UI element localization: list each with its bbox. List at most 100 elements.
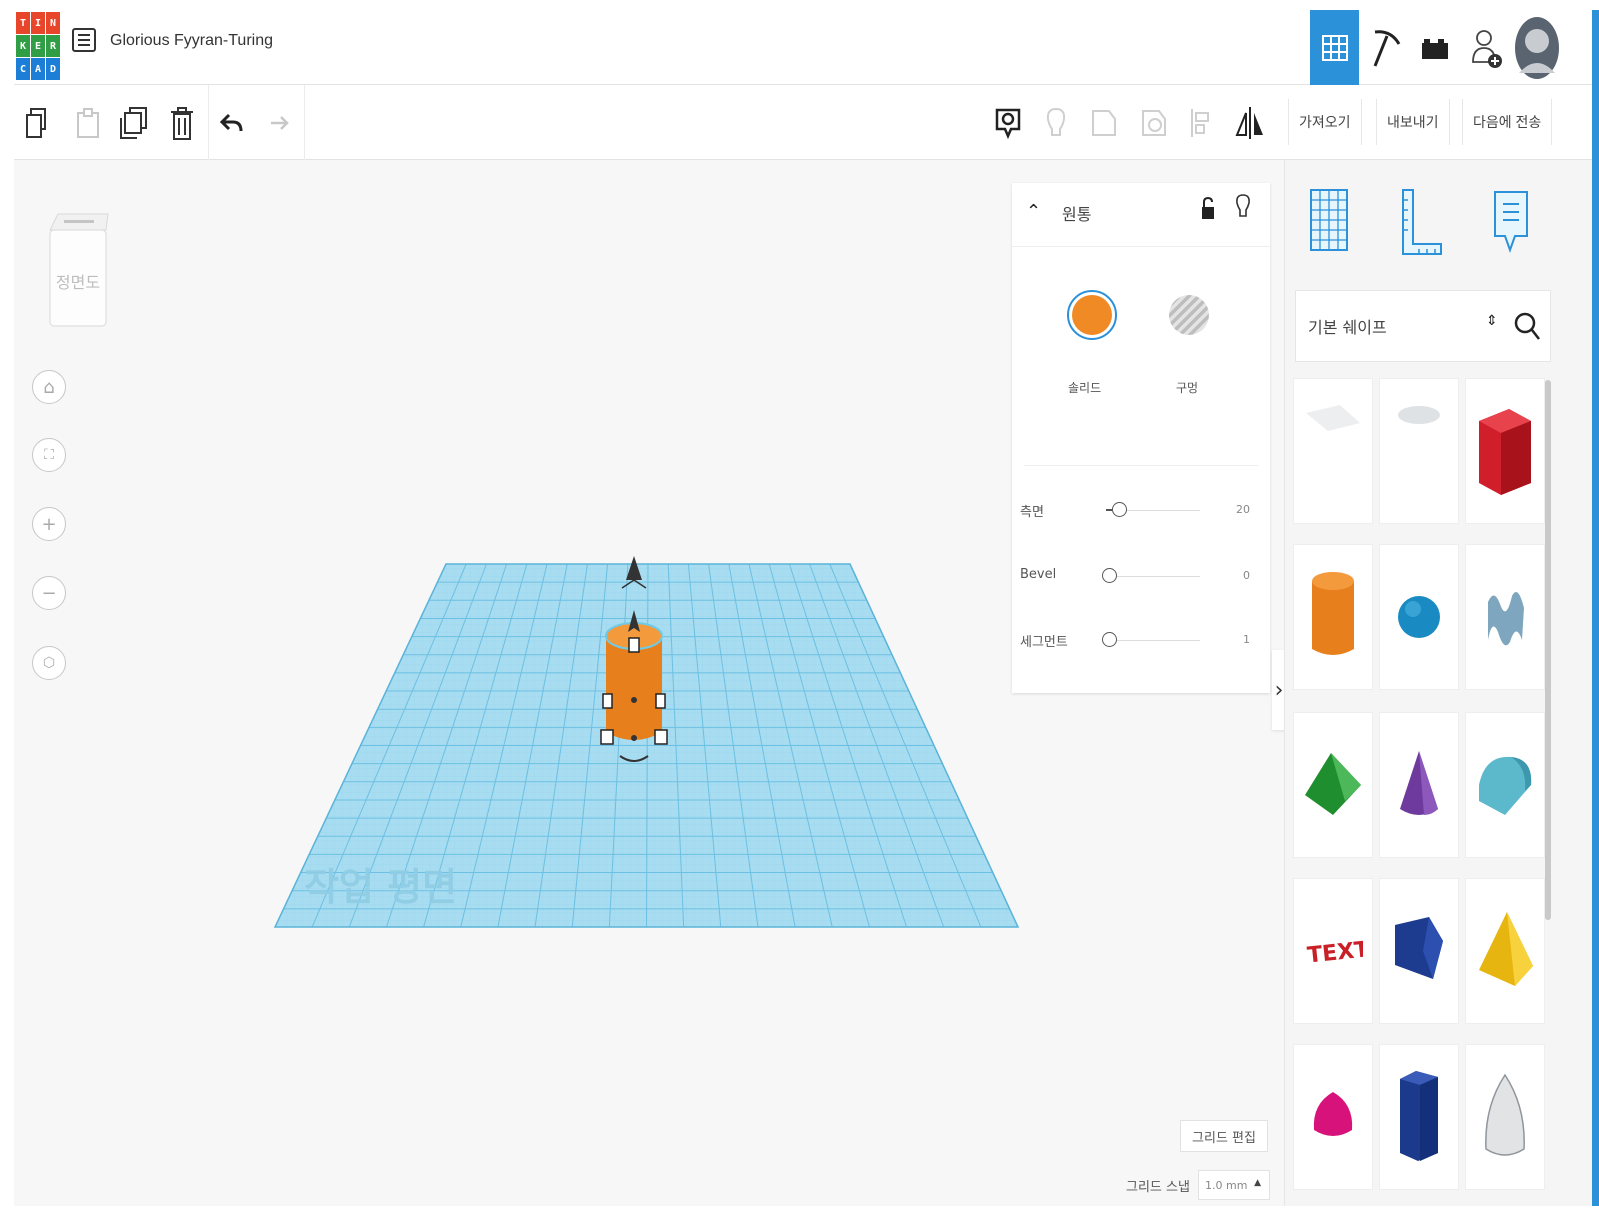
shape-round-roof[interactable] (1465, 712, 1545, 858)
shape-roof[interactable] (1293, 712, 1373, 858)
segments-slider[interactable] (1102, 632, 1117, 647)
group-icon (1092, 110, 1116, 136)
add-user-icon (1471, 29, 1502, 68)
solid-swatch[interactable] (1066, 289, 1118, 341)
shape-box[interactable] (1465, 378, 1545, 524)
redo-button[interactable] (264, 107, 296, 139)
updown-icon: ⇕ (1486, 313, 1498, 329)
shape-inspector: ⌃ 원통 솔리드 구멍 측면 20 Bevel 0 세그먼트 1 (1012, 183, 1270, 693)
paste-icon (77, 108, 99, 138)
paste-button[interactable] (72, 107, 104, 139)
notes-button[interactable] (992, 107, 1024, 139)
mirror-button[interactable] (1234, 107, 1266, 139)
send-to-button[interactable]: 다음에 전송 (1462, 99, 1553, 145)
align-button[interactable] (1184, 107, 1216, 139)
note-icon (995, 108, 1021, 139)
segments-value[interactable]: 1 (1243, 633, 1250, 646)
project-title[interactable]: Glorious Fyyran-Turing (110, 32, 273, 50)
grid-snap-select[interactable]: 1.0 mm ▲ (1198, 1170, 1270, 1200)
show-all-button[interactable] (1040, 107, 1072, 139)
inspector-header: ⌃ 원통 (1012, 183, 1270, 247)
add-user-button[interactable] (1462, 10, 1511, 85)
undo-icon (219, 113, 243, 132)
workplane-tool-icon[interactable] (1307, 186, 1351, 256)
solid-label: 솔리드 (1068, 381, 1102, 395)
shape-wedge[interactable] (1379, 878, 1459, 1024)
export-button[interactable]: 내보내기 (1376, 99, 1450, 145)
grid-snap-value: 1.0 mm (1205, 1178, 1248, 1192)
avatar (1515, 16, 1559, 79)
unlock-icon[interactable] (1200, 195, 1216, 223)
workplane-label: 작업 평면 (304, 865, 457, 909)
shape-sphere[interactable] (1379, 544, 1459, 690)
lego-bricks-view-button[interactable] (1410, 10, 1459, 85)
group-button[interactable] (1088, 107, 1120, 139)
brick-icon (1421, 38, 1448, 59)
import-button[interactable]: 가져오기 (1288, 99, 1362, 145)
shape-half-sphere[interactable] (1465, 1044, 1545, 1190)
bevel-slider[interactable] (1102, 568, 1117, 583)
hole-label: 구멍 (1176, 381, 1199, 395)
logo-letter: E (31, 35, 45, 57)
grid-snap-label: 그리드 스냅 (1126, 1180, 1190, 1195)
sides-property: 측면 20 (1020, 501, 1260, 521)
hole-option[interactable] (1164, 289, 1214, 345)
collapse-caret-icon[interactable]: ⌃ (1026, 201, 1041, 222)
shape-search-button[interactable] (1501, 290, 1553, 362)
tinkercad-app: TINKERCAD Glorious Fyyran-Turing 가져오기 내보… (14, 10, 1592, 1206)
top-header: TINKERCAD Glorious Fyyran-Turing (14, 10, 1592, 85)
height-handle (628, 637, 640, 653)
tinkercad-logo[interactable]: TINKERCAD (16, 12, 61, 80)
copy-button[interactable] (22, 107, 54, 139)
sides-value[interactable]: 20 (1236, 503, 1250, 516)
shape-cylinder[interactable] (1293, 544, 1373, 690)
solid-option[interactable] (1066, 289, 1118, 363)
edit-toolbar: 가져오기 내보내기 다음에 전송 (14, 85, 1592, 160)
shape-polygon[interactable] (1379, 1044, 1459, 1190)
3d-design-view-button[interactable] (1310, 10, 1359, 85)
logo-letter: A (31, 58, 45, 80)
shape-paraboloid[interactable] (1293, 1044, 1373, 1190)
shape-cone[interactable] (1379, 712, 1459, 858)
bevel-property: Bevel 0 (1020, 567, 1260, 587)
codeblocks-view-button[interactable] (1361, 10, 1410, 85)
ungroup-icon (1142, 110, 1166, 136)
edit-grid-button[interactable]: 그리드 편집 (1180, 1120, 1268, 1152)
profile-avatar[interactable] (1509, 10, 1565, 85)
ungroup-button[interactable] (1138, 107, 1170, 139)
sides-slider[interactable] (1112, 502, 1127, 517)
undo-button[interactable] (216, 107, 248, 139)
bevel-value[interactable]: 0 (1243, 569, 1250, 582)
duplicate-icon (120, 107, 147, 139)
align-icon (1191, 109, 1209, 137)
notes-tool-icon[interactable] (1491, 188, 1531, 258)
shape-box-hole[interactable] (1293, 378, 1373, 524)
logo-letter: D (46, 58, 60, 80)
mirror-icon (1235, 107, 1263, 139)
shapes-scrollbar[interactable] (1545, 380, 1551, 920)
shape-cylinder-hole[interactable] (1379, 378, 1459, 524)
hole-swatch[interactable] (1164, 289, 1214, 341)
shape-name: 원통 (1062, 205, 1092, 224)
copy-icon (26, 108, 46, 138)
logo-letter: N (46, 12, 60, 34)
redo-icon (271, 116, 289, 130)
shape-scribble[interactable] (1465, 544, 1545, 690)
chevron-right-icon: › (1274, 677, 1284, 703)
shape-text[interactable]: TEXT (1293, 878, 1373, 1024)
duplicate-button[interactable] (118, 107, 150, 139)
projects-menu-icon[interactable] (72, 28, 96, 52)
logo-letter: T (16, 12, 30, 34)
segments-label: 세그먼트 (1020, 635, 1068, 650)
ruler-tool-icon[interactable] (1397, 186, 1445, 258)
delete-button[interactable] (166, 107, 198, 140)
pickaxe-icon (1373, 29, 1400, 67)
logo-letter: K (16, 35, 30, 57)
trash-icon (171, 107, 193, 140)
logo-letter: R (46, 35, 60, 57)
category-label: 기본 쉐이프 (1308, 318, 1387, 337)
shape-pyramid[interactable] (1465, 878, 1545, 1024)
visibility-bulb-icon[interactable] (1234, 193, 1252, 223)
search-icon (1514, 312, 1540, 340)
svg-text:TEXT: TEXT (1306, 937, 1363, 968)
